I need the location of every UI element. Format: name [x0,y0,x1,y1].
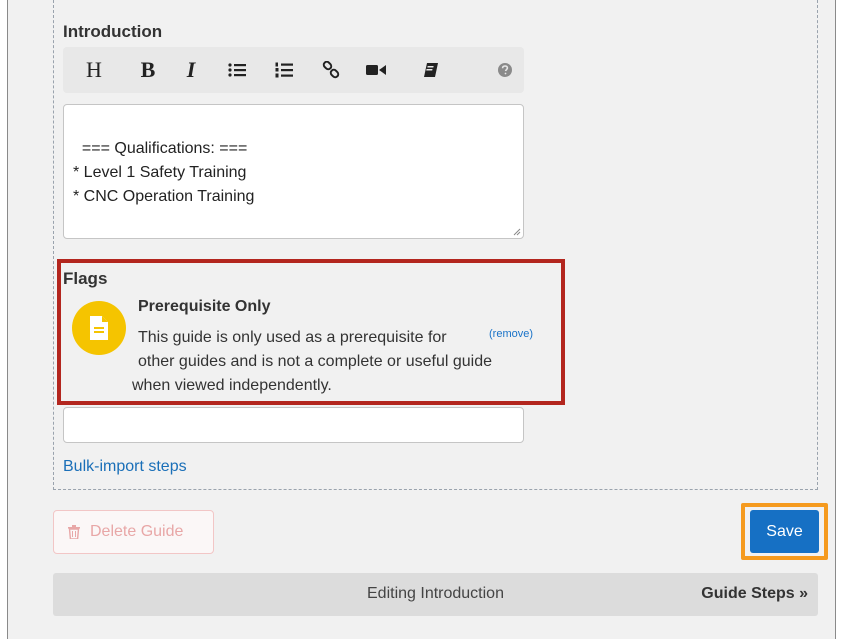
bulk-import-steps-link[interactable]: Bulk-import steps [63,458,187,476]
remove-flag-link[interactable]: (remove) [489,328,533,340]
flag-description-line-2: other guides and is not a complete or us… [138,353,493,370]
bold-button[interactable]: B [133,47,163,93]
flags-label: Flags [63,269,108,288]
heading-label: H [86,57,102,82]
trash-icon [68,525,80,539]
delete-guide-label: Delete Guide [90,523,184,540]
save-button[interactable]: Save [750,510,819,553]
guide-link-button[interactable] [416,47,446,93]
introduction-label: Introduction [63,22,163,41]
bullet-list-button[interactable] [222,47,252,93]
flag-description: This guide is only used as a prerequisit… [132,326,534,398]
introduction-text: === Qualifications: === * Level 1 Safety… [73,140,255,238]
bold-label: B [140,57,156,82]
guide-book-icon [424,63,438,77]
resize-grip-icon[interactable] [513,228,521,236]
italic-button[interactable]: I [176,47,206,93]
help-icon [498,63,512,77]
delete-guide-button[interactable]: Delete Guide [53,510,214,554]
numbered-list-icon [275,62,293,78]
guide-steps-link[interactable]: Guide Steps » [701,585,808,603]
help-button[interactable] [490,47,520,93]
video-button[interactable] [361,47,391,93]
video-icon [366,65,386,75]
formatting-toolbar: H B I [63,47,524,93]
step-input[interactable] [63,407,524,443]
heading-button[interactable]: H [79,47,109,93]
bullet-list-icon [228,63,246,77]
flag-title: Prerequisite Only [138,298,271,315]
link-icon [322,61,340,79]
italic-label: I [186,57,196,82]
flag-description-line-1: This guide is only used as a prerequisit… [138,329,447,346]
flag-description-line-3: when viewed independently. [132,377,332,394]
editing-status-bar: Editing Introduction Guide Steps » [53,573,818,616]
document-icon [90,316,108,340]
prerequisite-flag-badge [72,301,126,355]
save-label: Save [766,522,803,540]
link-button[interactable] [316,47,346,93]
introduction-textarea[interactable]: === Qualifications: === * Level 1 Safety… [63,104,524,239]
numbered-list-button[interactable] [269,47,299,93]
